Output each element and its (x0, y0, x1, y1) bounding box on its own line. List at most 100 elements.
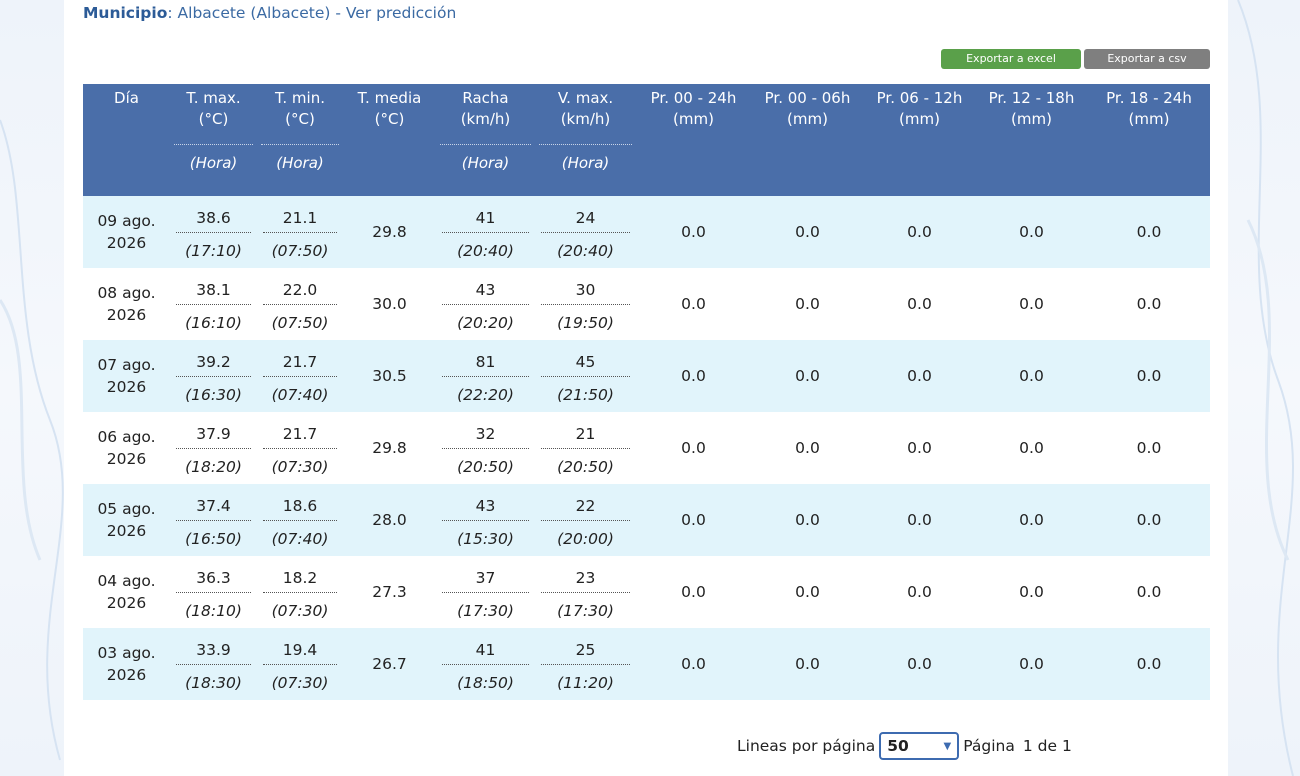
vmax-cell: 22 (20:00) (535, 484, 636, 556)
vmax-cell: 30 (19:50) (535, 268, 636, 340)
municipio-label: Municipio (83, 4, 168, 22)
pr-00-24-cell: 0.0 (636, 556, 751, 628)
tmax-cell: 38.1 (16:10) (170, 268, 257, 340)
page-current: 1 (1022, 737, 1033, 755)
racha-cell: 32 (20:50) (436, 412, 535, 484)
col-header-pr-06-12[interactable]: Pr. 06 - 12h (mm) (864, 84, 975, 196)
tmax-hora: (18:20) (185, 457, 242, 476)
dia-year: 2026 (106, 450, 147, 468)
export-excel-button[interactable]: Exportar a excel (941, 49, 1081, 69)
racha-value: 43 (442, 492, 529, 521)
lines-per-page-label: Lineas por página (737, 737, 876, 755)
col-header-pr-00-24[interactable]: Pr. 00 - 24h (mm) (636, 84, 751, 196)
tmin-cell: 18.6 (07:40) (257, 484, 343, 556)
lines-per-page-select[interactable]: 50 ▼ (879, 732, 960, 760)
dia-day: 06 ago. (97, 428, 156, 446)
col-header-pr-00-06[interactable]: Pr. 00 - 06h (mm) (751, 84, 864, 196)
pr-00-06-cell: 0.0 (751, 628, 864, 700)
page-of-label: de (1037, 737, 1058, 755)
vmax-hora: (20:50) (557, 457, 614, 476)
pr-06-12-cell: 0.0 (864, 628, 975, 700)
pr-00-24-cell: 0.0 (636, 268, 751, 340)
racha-cell: 43 (20:20) (436, 268, 535, 340)
tmax-cell: 33.9 (18:30) (170, 628, 257, 700)
col-header-tmin[interactable]: T. min. (°C) (257, 84, 343, 144)
tmedia-cell: 26.7 (343, 628, 436, 700)
tmin-cell: 21.7 (07:40) (257, 340, 343, 412)
pr-12-18-cell: 0.0 (975, 340, 1088, 412)
export-csv-button[interactable]: Exportar a csv (1084, 49, 1210, 69)
tmax-value: 33.9 (176, 636, 251, 665)
col-header-dia[interactable]: Día (83, 84, 170, 144)
racha-cell: 41 (20:40) (436, 196, 535, 268)
dia-day: 07 ago. (97, 356, 156, 374)
racha-value: 32 (442, 420, 529, 449)
col-header-vmax[interactable]: V. max. (km/h) (535, 84, 636, 144)
tmax-hora: (16:10) (185, 313, 242, 332)
dia-cell: 06 ago. 2026 (83, 412, 170, 484)
vmax-cell: 45 (21:50) (535, 340, 636, 412)
pr-18-24-cell: 0.0 (1088, 412, 1210, 484)
pr-06-12-cell: 0.0 (864, 268, 975, 340)
tmax-value: 39.2 (176, 348, 251, 377)
dia-day: 03 ago. (97, 644, 156, 662)
pr-06-12-cell: 0.0 (864, 196, 975, 268)
col-subheader-tmax-hora: (Hora) (170, 144, 257, 196)
tmin-value: 21.1 (263, 204, 337, 233)
pr-00-06-cell: 0.0 (751, 412, 864, 484)
pr-18-24-cell: 0.0 (1088, 340, 1210, 412)
dia-cell: 07 ago. 2026 (83, 340, 170, 412)
vmax-hora: (20:00) (557, 529, 614, 548)
table-row: 06 ago. 2026 37.9 (18:20) 21.7 (07:30) 29.8 32 (… (83, 412, 1210, 484)
racha-hora: (18:50) (457, 673, 514, 692)
tmax-cell: 39.2 (16:30) (170, 340, 257, 412)
dia-year: 2026 (106, 234, 147, 252)
tmax-value: 37.9 (176, 420, 251, 449)
pr-18-24-cell: 0.0 (1088, 484, 1210, 556)
dia-year: 2026 (106, 666, 147, 684)
col-header-pr-18-24[interactable]: Pr. 18 - 24h (mm) (1088, 84, 1210, 196)
racha-hora: (20:50) (457, 457, 514, 476)
pr-12-18-cell: 0.0 (975, 412, 1088, 484)
racha-value: 37 (442, 564, 529, 593)
vmax-value: 25 (541, 636, 630, 665)
tmin-value: 21.7 (263, 348, 337, 377)
tmin-value: 18.2 (263, 564, 337, 593)
left-decorative-background (0, 0, 64, 776)
municipio-link[interactable]: Albacete (Albacete) - Ver predicción (178, 4, 457, 22)
tmin-cell: 18.2 (07:30) (257, 556, 343, 628)
col-header-racha[interactable]: Racha (km/h) (436, 84, 535, 144)
racha-cell: 41 (18:50) (436, 628, 535, 700)
dia-cell: 03 ago. 2026 (83, 628, 170, 700)
racha-hora: (20:40) (457, 241, 514, 260)
dia-cell: 08 ago. 2026 (83, 268, 170, 340)
pr-00-06-cell: 0.0 (751, 556, 864, 628)
pr-00-24-cell: 0.0 (636, 412, 751, 484)
dia-day: 05 ago. (97, 500, 156, 518)
col-header-tmax[interactable]: T. max. (°C) (170, 84, 257, 144)
vmax-cell: 21 (20:50) (535, 412, 636, 484)
tmin-hora: (07:50) (271, 313, 329, 332)
pr-00-06-cell: 0.0 (751, 196, 864, 268)
racha-value: 41 (442, 636, 529, 665)
pr-06-12-cell: 0.0 (864, 484, 975, 556)
pr-12-18-cell: 0.0 (975, 628, 1088, 700)
racha-cell: 81 (22:20) (436, 340, 535, 412)
col-subheader-tmin-hora: (Hora) (257, 144, 343, 196)
tmin-value: 18.6 (263, 492, 337, 521)
pr-12-18-cell: 0.0 (975, 484, 1088, 556)
tmedia-cell: 29.8 (343, 412, 436, 484)
dia-year: 2026 (106, 306, 147, 324)
pr-12-18-cell: 0.0 (975, 268, 1088, 340)
municipio-header: Municipio: Albacete (Albacete) - Ver pre… (83, 4, 456, 22)
tmin-cell: 21.1 (07:50) (257, 196, 343, 268)
col-header-pr-12-18[interactable]: Pr. 12 - 18h (mm) (975, 84, 1088, 196)
municipio-separator: : (167, 4, 173, 22)
col-header-tmedia[interactable]: T. media (°C) (343, 84, 436, 196)
racha-value: 81 (442, 348, 529, 377)
pr-12-18-cell: 0.0 (975, 556, 1088, 628)
racha-hora: (17:30) (457, 601, 514, 620)
vmax-hora: (20:40) (557, 241, 614, 260)
tmin-cell: 21.7 (07:30) (257, 412, 343, 484)
pr-00-06-cell: 0.0 (751, 484, 864, 556)
